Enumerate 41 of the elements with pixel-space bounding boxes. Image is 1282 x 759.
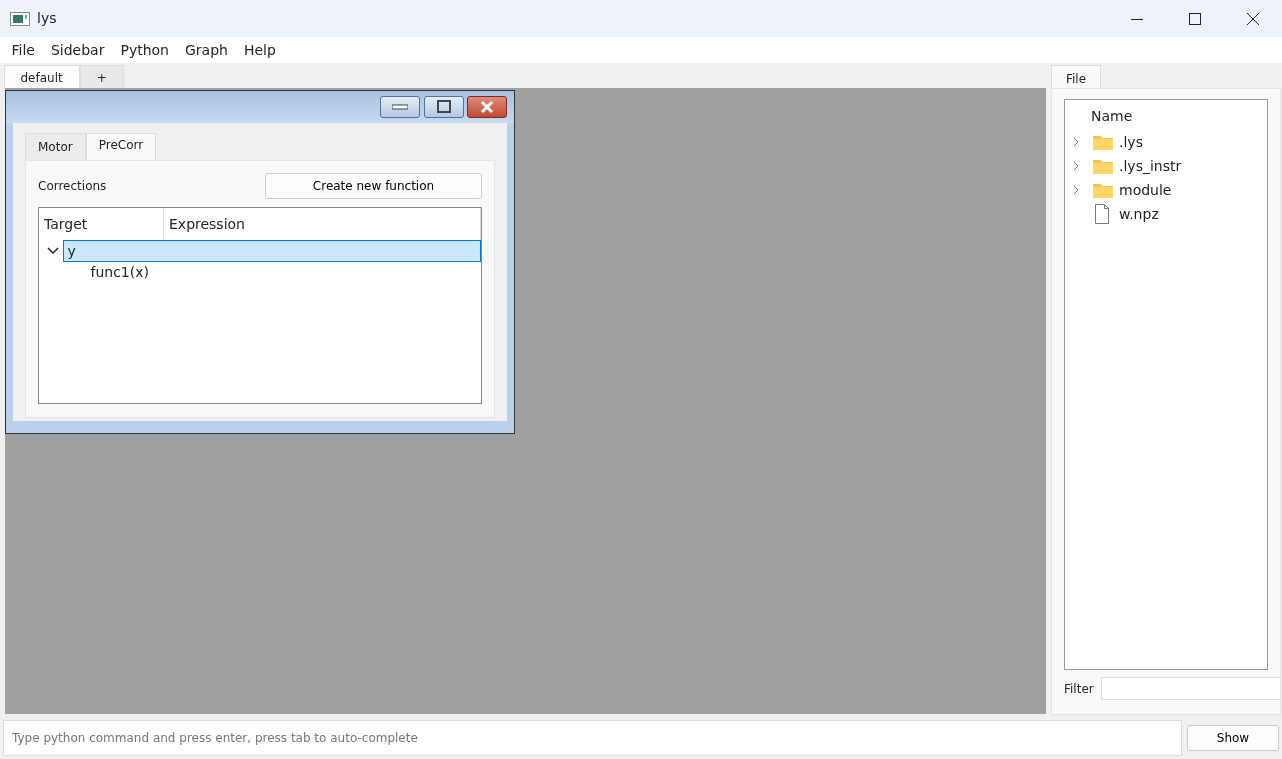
tree-item[interactable]: y <box>63 240 481 262</box>
workspace-tab[interactable]: default <box>3 65 80 88</box>
file-name[interactable]: .lys_instr <box>1119 155 1182 177</box>
chevron-right-icon[interactable] <box>1073 137 1080 147</box>
filter-field[interactable] <box>1100 677 1281 700</box>
close-icon <box>1247 13 1259 25</box>
chevron-right-icon[interactable] <box>1073 161 1080 171</box>
menu-item[interactable]: Graph <box>176 37 236 63</box>
menu-item[interactable]: Python <box>112 37 177 63</box>
maximize-icon <box>1189 13 1201 25</box>
folder-icon <box>1093 134 1113 150</box>
folder-icon <box>1093 158 1113 174</box>
tab[interactable]: PreCorr <box>85 133 157 160</box>
close-icon <box>479 100 495 114</box>
tree-item[interactable]: func1(x) <box>87 262 481 284</box>
subwindow-maximize-button[interactable] <box>423 96 464 118</box>
menu-item[interactable]: Sidebar <box>42 37 113 63</box>
create-function-button[interactable]: Create new function <box>265 173 482 199</box>
subwindow-close-button[interactable] <box>467 96 507 118</box>
subwindow-minimize-button[interactable] <box>380 96 420 118</box>
file-icon <box>1093 204 1111 224</box>
filter-label: Filter <box>1064 680 1094 698</box>
corrections-label: Corrections <box>38 178 107 195</box>
show-button[interactable]: Show <box>1187 725 1279 751</box>
menu-item[interactable]: Help <box>235 37 284 63</box>
window-title: lys <box>37 9 57 28</box>
workspace-tab[interactable]: + <box>79 65 124 88</box>
folder-icon <box>1093 182 1113 198</box>
sidebar-tab[interactable]: File <box>1051 65 1102 88</box>
chevron-right-icon[interactable] <box>1073 185 1080 195</box>
maximize-icon <box>435 100 452 114</box>
menu-item[interactable]: File <box>3 37 43 63</box>
chevron-down-icon[interactable] <box>47 247 59 255</box>
file-name[interactable]: w.npz <box>1119 203 1159 225</box>
minimize-icon <box>1131 18 1143 20</box>
app-icon <box>10 11 30 26</box>
column-header[interactable]: Name <box>1091 108 1133 124</box>
file-name[interactable]: module <box>1119 179 1172 201</box>
command-field[interactable]: Type python command and press enter, press tab to auto-complete <box>3 720 1182 756</box>
tab[interactable]: Motor <box>25 133 86 160</box>
file-name[interactable]: .lys <box>1119 131 1143 153</box>
